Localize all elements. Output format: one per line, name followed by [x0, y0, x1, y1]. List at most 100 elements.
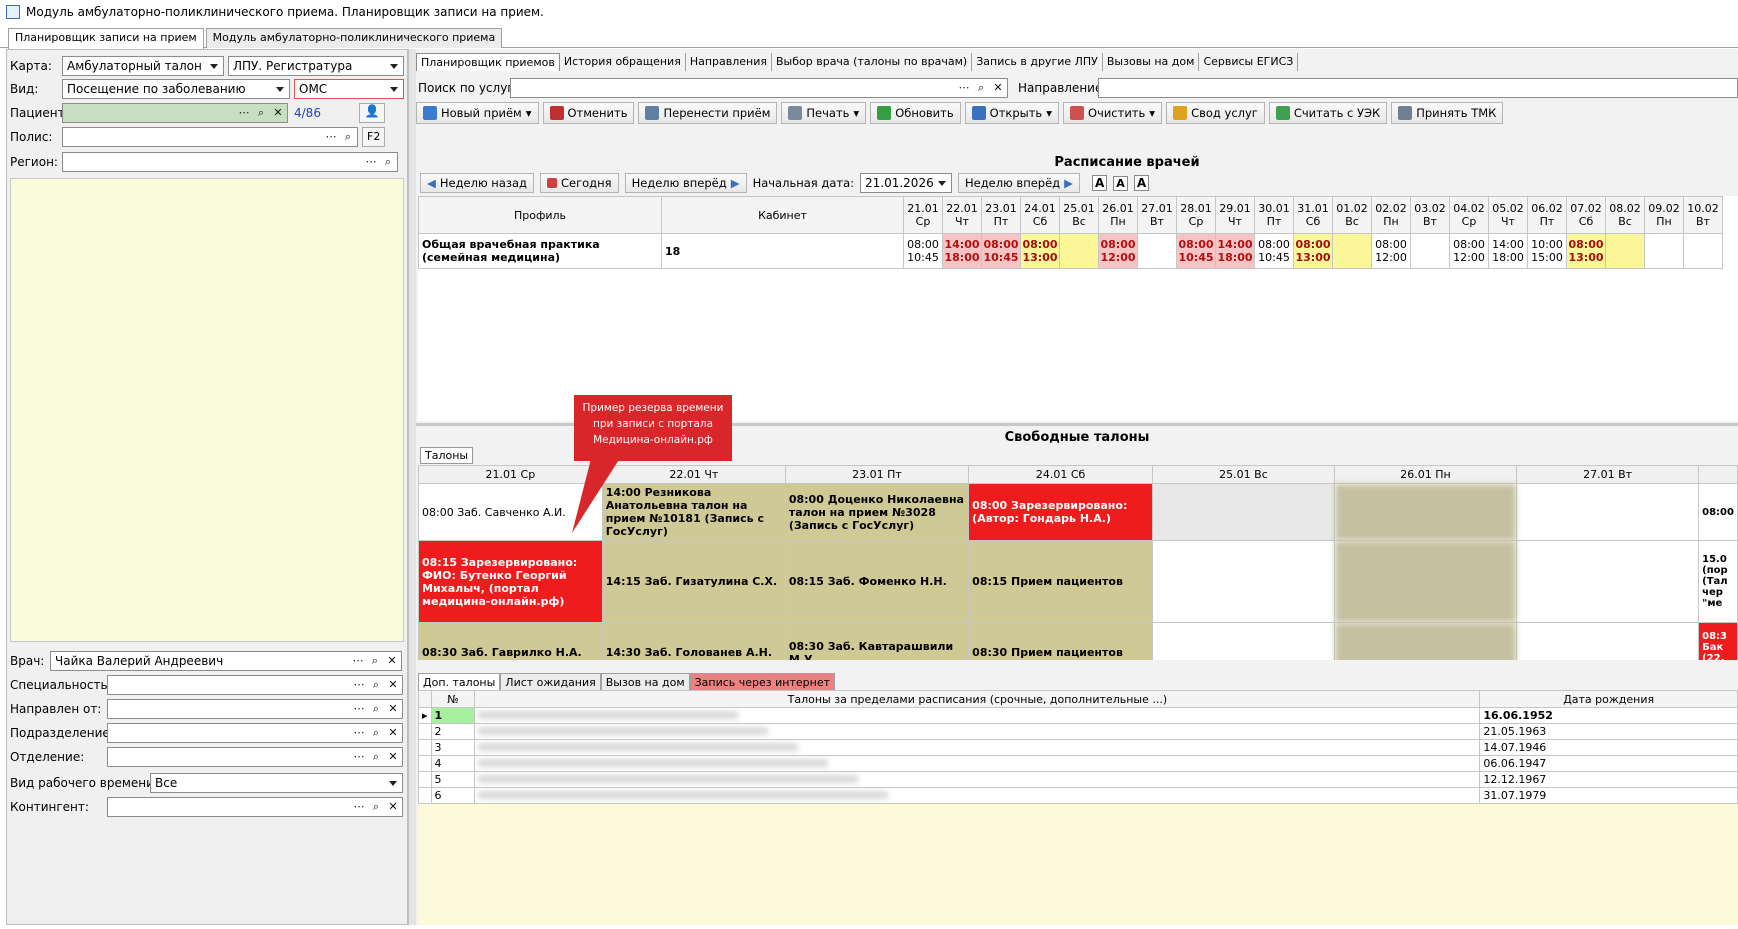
- schedule-day-header[interactable]: 05.02 Чт: [1488, 196, 1528, 234]
- read-uek-button[interactable]: Считать с УЭК: [1268, 102, 1388, 124]
- search-icon[interactable]: ⌕: [254, 105, 268, 121]
- schedule-day-cell[interactable]: 08:00 12:00: [1449, 233, 1489, 269]
- print-button[interactable]: Печать ▾: [781, 102, 867, 124]
- search-icon[interactable]: ⌕: [369, 799, 383, 815]
- font-up-icon[interactable]: A: [1092, 175, 1108, 191]
- tab-other-lpu[interactable]: Запись в другие ЛПУ: [972, 53, 1103, 71]
- talon-cell[interactable]: 14:30 Заб. Голованев А.Н.: [601, 622, 786, 660]
- schedule-day-header[interactable]: 10.02 Вт: [1683, 196, 1723, 234]
- more-icon[interactable]: ⋯: [237, 105, 251, 121]
- tab-dop-talons[interactable]: Доп. талоны: [418, 673, 501, 691]
- talon-cell[interactable]: [1333, 483, 1518, 541]
- more-icon[interactable]: ⋯: [957, 80, 971, 96]
- font-down-icon[interactable]: A: [1113, 175, 1128, 191]
- more-icon[interactable]: ⋯: [324, 129, 338, 145]
- tab-internet[interactable]: Запись через интернет: [689, 673, 836, 691]
- search-icon[interactable]: ⌕: [369, 701, 383, 717]
- schedule-day-cell[interactable]: [1605, 233, 1645, 269]
- tab-egisz[interactable]: Сервисы ЕГИСЗ: [1199, 53, 1299, 71]
- schedule-day-cell[interactable]: 08:00 12:00: [1371, 233, 1411, 269]
- talon-cell[interactable]: [1333, 540, 1518, 623]
- talon-cell[interactable]: 08:3 Бак (22. Н.А.: [1698, 622, 1738, 660]
- schedule-day-header[interactable]: 21.01 Ср: [903, 196, 943, 234]
- talon-cell[interactable]: [1151, 622, 1336, 660]
- schedule-day-cell[interactable]: 08:00 10:45: [903, 233, 943, 269]
- search-icon[interactable]: ⌕: [369, 749, 383, 765]
- more-icon[interactable]: ⋯: [364, 154, 378, 170]
- talon-cell[interactable]: 08:30 Заб. Кавтарашвили М.У.: [784, 622, 970, 660]
- talon-cell[interactable]: [1333, 622, 1518, 660]
- schedule-day-header[interactable]: 08.02 Вс: [1605, 196, 1645, 234]
- schedule-day-header[interactable]: 01.02 Вс: [1332, 196, 1372, 234]
- clear-icon[interactable]: ✕: [386, 677, 400, 693]
- tab-planner-priem[interactable]: Планировщик приемов: [416, 53, 560, 71]
- schedule-day-header[interactable]: 04.02 Ср: [1449, 196, 1489, 234]
- spec-field[interactable]: ⋯ ⌕ ✕: [107, 675, 403, 695]
- talon-cell[interactable]: 08:15 Прием пациентов: [968, 540, 1153, 623]
- vid-rab-select[interactable]: Все: [150, 773, 403, 793]
- search-icon[interactable]: ⌕: [341, 129, 355, 145]
- search-icon[interactable]: ⌕: [369, 677, 383, 693]
- start-date-field[interactable]: 21.01.2026: [860, 173, 952, 193]
- new-appointment-button[interactable]: Новый приём ▾: [416, 102, 539, 124]
- schedule-day-header[interactable]: 07.02 Сб: [1566, 196, 1606, 234]
- schedule-day-cell[interactable]: 08:00 13:00: [1293, 233, 1333, 269]
- more-icon[interactable]: ⋯: [352, 749, 366, 765]
- clear-icon[interactable]: ✕: [386, 799, 400, 815]
- schedule-profile-cell[interactable]: Общая врачебная практика (семейная медиц…: [418, 233, 662, 269]
- schedule-day-cell[interactable]: [1137, 233, 1177, 269]
- week-back-button[interactable]: ◀ Неделю назад: [420, 173, 534, 193]
- napr-search-input[interactable]: [1098, 78, 1738, 98]
- podr-field[interactable]: ⋯ ⌕ ✕: [107, 723, 403, 743]
- schedule-day-header[interactable]: 09.02 Пн: [1644, 196, 1684, 234]
- week-forward-button-2[interactable]: Неделю вперёд ▶: [958, 173, 1080, 193]
- clear-icon[interactable]: ✕: [271, 105, 285, 121]
- schedule-day-cell[interactable]: 14:00 18:00: [1488, 233, 1528, 269]
- services-button[interactable]: Свод услуг: [1166, 102, 1265, 124]
- tab-waiting-list[interactable]: Лист ожидания: [500, 673, 601, 691]
- table-row[interactable]: 6 31.07.1979: [418, 787, 1738, 804]
- kont-field[interactable]: ⋯ ⌕ ✕: [107, 797, 403, 817]
- schedule-cabinet-cell[interactable]: 18: [661, 233, 904, 269]
- table-row[interactable]: 3 14.07.1946: [418, 739, 1738, 756]
- talon-cell[interactable]: 08:00: [1698, 483, 1738, 541]
- schedule-day-cell[interactable]: 10:00 15:00: [1527, 233, 1567, 269]
- karta-select[interactable]: Амбулаторный талон: [62, 56, 224, 76]
- talon-cell[interactable]: [1516, 622, 1700, 660]
- talon-cell[interactable]: [1151, 483, 1336, 541]
- schedule-day-cell[interactable]: 08:00 10:45: [1254, 233, 1294, 269]
- polis-field[interactable]: ⋯ ⌕: [62, 127, 358, 147]
- tab-history[interactable]: История обращения: [560, 53, 686, 71]
- schedule-day-cell[interactable]: [1410, 233, 1450, 269]
- clear-button[interactable]: Очистить ▾: [1062, 102, 1163, 124]
- schedule-day-header[interactable]: 03.02 Вт: [1410, 196, 1450, 234]
- schedule-day-cell[interactable]: 08:00 12:00: [1098, 233, 1138, 269]
- tab-home-call[interactable]: Вызов на дом: [600, 673, 690, 691]
- tab-ambulatory-module[interactable]: Модуль амбулаторно-поликлинического прие…: [205, 28, 503, 48]
- more-icon[interactable]: ⋯: [352, 799, 366, 815]
- schedule-day-cell[interactable]: 08:00 10:45: [981, 233, 1021, 269]
- clear-icon[interactable]: ✕: [991, 80, 1005, 96]
- splitter[interactable]: [408, 49, 416, 925]
- more-icon[interactable]: ⋯: [352, 725, 366, 741]
- schedule-day-cell[interactable]: 08:00 13:00: [1020, 233, 1060, 269]
- service-search-input[interactable]: ⋯ ⌕ ✕: [510, 78, 1008, 98]
- schedule-day-cell[interactable]: 08:00 13:00: [1566, 233, 1606, 269]
- accept-tmk-button[interactable]: Принять ТМК: [1391, 102, 1504, 124]
- schedule-day-cell[interactable]: 14:00 18:00: [942, 233, 982, 269]
- talon-cell[interactable]: 08:15 Заб. Фоменко Н.Н.: [784, 540, 970, 623]
- vrach-field[interactable]: Чайка Валерий Андреевич ⋯ ⌕ ✕: [50, 651, 402, 671]
- table-row[interactable]: 2 21.05.1963: [418, 723, 1738, 740]
- schedule-day-cell[interactable]: 14:00 18:00: [1215, 233, 1255, 269]
- talon-cell[interactable]: 08:30 Прием пациентов: [968, 622, 1153, 660]
- talon-cell[interactable]: 08:15 Зарезервировано: ФИО: Бутенко Геор…: [418, 540, 603, 623]
- schedule-day-header[interactable]: 28.01 Ср: [1176, 196, 1216, 234]
- search-icon[interactable]: ⌕: [368, 653, 382, 669]
- schedule-day-header[interactable]: 23.01 Пт: [981, 196, 1021, 234]
- schedule-day-header[interactable]: 31.01 Сб: [1293, 196, 1333, 234]
- schedule-day-header[interactable]: 22.01 Чт: [942, 196, 982, 234]
- schedule-day-header[interactable]: 30.01 Пт: [1254, 196, 1294, 234]
- lpu-select[interactable]: ЛПУ. Регистратура: [228, 56, 404, 76]
- week-forward-button[interactable]: Неделю вперёд ▶: [624, 173, 747, 193]
- schedule-day-header[interactable]: 24.01 Сб: [1020, 196, 1060, 234]
